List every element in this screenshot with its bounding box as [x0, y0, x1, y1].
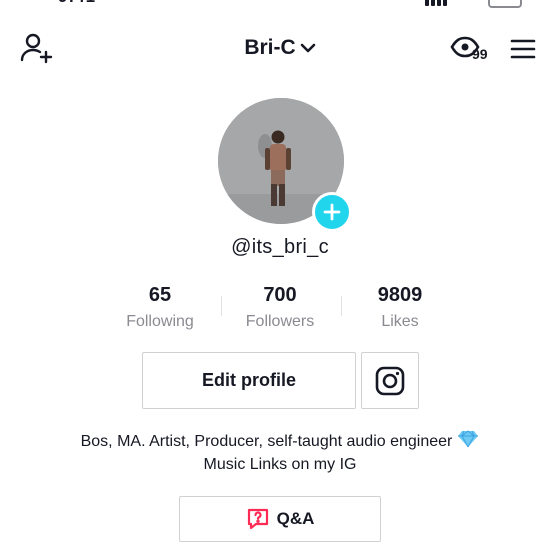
- profile-handle: @its_bri_c: [231, 236, 329, 258]
- profile-views-button[interactable]: 99: [450, 32, 496, 66]
- stat-value: 700: [263, 284, 297, 306]
- profile-header: Bri-C 99: [0, 24, 560, 74]
- header-username: Bri-C: [244, 36, 296, 59]
- bio-text: Bos, MA. Artist, Producer, self-taught a…: [80, 433, 453, 450]
- diamond-icon: [458, 430, 479, 448]
- add-avatar-button[interactable]: [312, 192, 352, 232]
- bio-line: Bos, MA. Artist, Producer, self-taught a…: [0, 430, 560, 453]
- stat-value: 9809: [377, 284, 423, 306]
- avatar-container: [218, 98, 352, 232]
- qa-icon: [247, 508, 268, 530]
- stat-followers[interactable]: 700 Followers: [220, 284, 340, 331]
- status-time: 9:41: [58, 0, 96, 7]
- chevron-down-icon: [300, 43, 315, 53]
- stat-label: Likes: [381, 313, 419, 330]
- edit-profile-button[interactable]: Edit profile: [142, 352, 356, 409]
- menu-icon: [510, 39, 536, 59]
- status-bar: 9:41: [0, 0, 560, 8]
- signal-icon: [425, 0, 447, 6]
- instagram-icon: [375, 366, 405, 395]
- views-count: 99: [472, 46, 488, 62]
- menu-button[interactable]: [506, 34, 540, 64]
- profile-stats: 65 Following 700 Followers 9809 Likes: [100, 284, 460, 334]
- qa-button[interactable]: Q&A: [179, 496, 381, 542]
- stat-value: 65: [148, 284, 172, 306]
- stat-likes[interactable]: 9809 Likes: [340, 284, 460, 331]
- instagram-button[interactable]: [361, 352, 419, 409]
- profile-bio: Bos, MA. Artist, Producer, self-taught a…: [0, 430, 560, 476]
- stat-label: Followers: [245, 313, 315, 330]
- battery-icon: [488, 0, 522, 8]
- bio-line: Music Links on my IG: [203, 456, 357, 473]
- plus-icon: [323, 203, 341, 221]
- stat-label: Following: [126, 313, 194, 330]
- qa-label: Q&A: [276, 509, 315, 528]
- stat-following[interactable]: 65 Following: [100, 284, 220, 331]
